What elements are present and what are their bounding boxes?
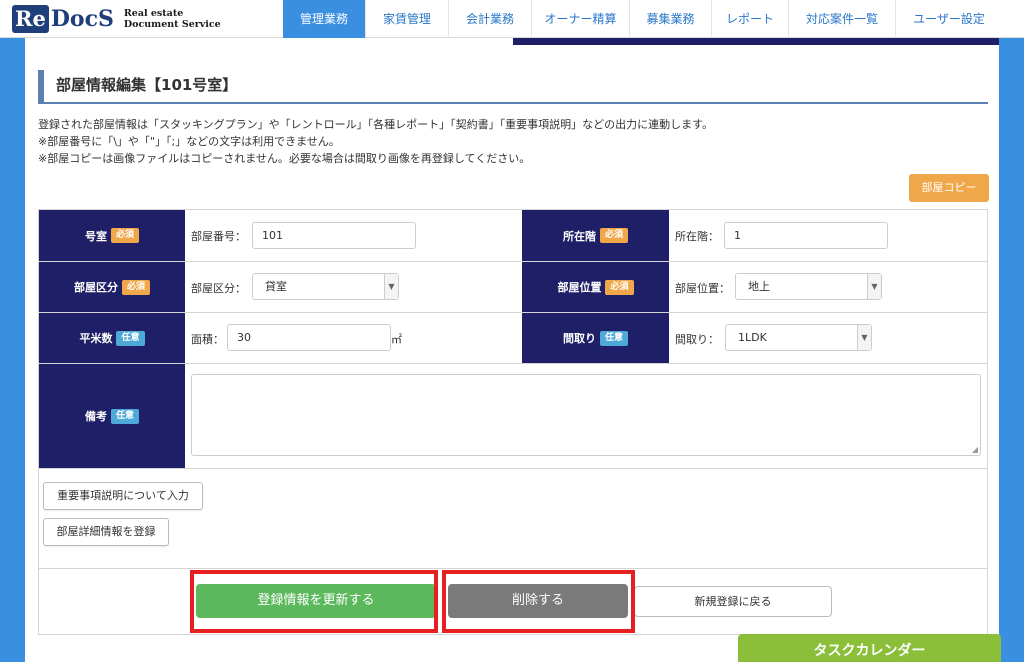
area-unit: ㎡ [391,333,402,346]
layout-label: 間取り 任意 [522,313,669,363]
floor-label: 所在階 必須 [522,210,669,261]
task-calendar-button[interactable]: タスクカレンダー [738,634,1001,662]
nav-item-rent[interactable]: 家賃管理 [365,0,448,38]
room-type-select[interactable]: 貸室 ▼ [252,273,399,300]
room-copy-button[interactable]: 部屋コピー [909,174,989,202]
nav-item-cases[interactable]: 対応案件一覧 [788,0,895,38]
optional-badge: 任意 [116,330,145,346]
logo-tagline: Real estate Document Service [124,8,221,30]
logo-mark-re: Re [12,5,49,33]
optional-badge: 任意 [110,408,139,424]
room-type-inline-label: 部屋区分： [191,282,246,295]
nav-item-management[interactable]: 管理業務 [283,0,365,38]
logo-tagline-line-1: Real estate [123,8,184,19]
description-line-1: 登録された部屋情報は「スタッキングプラン」や「レントロール」「各種レポート」「契… [38,118,714,131]
delete-highlight-box [442,570,635,633]
room-number-label-text: 号室 [84,229,107,243]
accent-bar [513,38,999,45]
required-badge: 必須 [599,228,628,243]
back-to-new-button[interactable]: 新規登録に戻る [634,586,832,617]
nav-item-owner-settlement[interactable]: オーナー精算 [531,0,629,38]
form-row-area: 平米数 任意 面積： 30 ㎡ 間取り 任意 間取り： 1LDK ▼ [39,313,987,364]
content-card: 部屋情報編集【101号室】 登録された部屋情報は「スタッキングプラン」や「レント… [25,38,999,662]
app-header: Re DocS Real estate Document Service 管理業… [0,0,1024,38]
form-row-notes: 備考 任意 ◢ [39,364,987,469]
floor-input[interactable]: 1 [724,222,888,249]
logo-tagline-line-2: Document Service [123,19,221,30]
notes-label: 備考 任意 [39,364,185,468]
layout-inline-label: 間取り： [675,333,719,346]
area-inline-label: 面積： [191,333,224,346]
page-title: 部屋情報編集【101号室】 [38,70,988,104]
logo-mark-docs: DocS [50,6,114,32]
room-details-button[interactable]: 部屋詳細情報を登録 [43,518,169,546]
room-position-select-value: 地上 [748,280,770,293]
form-row-room-type: 部屋区分 必須 部屋区分： 貸室 ▼ 部屋位置 必須 部屋位置： 地上 ▼ [39,262,987,313]
chevron-down-icon: ▼ [857,325,871,350]
resize-grip-icon[interactable]: ◢ [972,445,978,454]
nav-item-recruitment[interactable]: 募集業務 [629,0,711,38]
nav-item-reports[interactable]: レポート [711,0,788,38]
redocs-logo[interactable]: Re DocS Real estate Document Service [12,4,221,34]
room-position-inline-label: 部屋位置： [675,282,730,295]
chevron-down-icon: ▼ [384,274,398,299]
optional-badge: 任意 [599,330,628,346]
room-position-label-text: 部屋位置 [557,281,602,294]
update-highlight-box [190,570,438,633]
area-label: 平米数 任意 [39,313,185,363]
layout-label-text: 間取り [562,332,596,345]
notes-label-text: 備考 [84,410,107,423]
room-type-label-text: 部屋区分 [73,281,118,294]
main-nav: 管理業務 家賃管理 会計業務 オーナー精算 募集業務 レポート 対応案件一覧 ユ… [283,0,1002,38]
nav-item-accounting[interactable]: 会計業務 [448,0,531,38]
chevron-down-icon: ▼ [867,274,881,299]
room-type-label: 部屋区分 必須 [39,262,185,312]
room-position-select[interactable]: 地上 ▼ [735,273,882,300]
footer-divider [39,568,987,569]
room-position-label: 部屋位置 必須 [522,262,669,312]
required-badge: 必須 [110,228,139,243]
description-line-3: ※部屋コピーは画像ファイルはコピーされません。必要な場合は間取り画像を再登録して… [38,152,531,165]
nav-item-user-settings[interactable]: ユーザー設定 [895,0,1002,38]
important-matters-button[interactable]: 重要事項説明について入力 [43,482,203,510]
area-input[interactable]: 30 [227,324,391,351]
description: 登録された部屋情報は「スタッキングプラン」や「レントロール」「各種レポート」「契… [38,116,988,167]
logo-mark: Re DocS [12,4,114,34]
layout-select-value: 1LDK [738,331,767,344]
notes-textarea[interactable]: ◢ [191,374,981,456]
form-row-room-number: 号室 必須 部屋番号： 101 所在階 必須 所在階： 1 [39,210,987,262]
description-line-2: ※部屋番号に「\」や「"」「;」などの文字は利用できません。 [38,135,340,148]
required-badge: 必須 [121,279,150,295]
layout-select[interactable]: 1LDK ▼ [725,324,872,351]
floor-inline-label: 所在階： [675,230,719,243]
room-number-label: 号室 必須 [39,210,185,261]
room-type-select-value: 貸室 [265,280,287,293]
room-number-input[interactable]: 101 [252,222,416,249]
required-badge: 必須 [605,279,634,295]
area-label-text: 平米数 [79,332,113,345]
floor-label-text: 所在階 [562,229,596,243]
room-number-inline-label: 部屋番号： [191,230,246,243]
